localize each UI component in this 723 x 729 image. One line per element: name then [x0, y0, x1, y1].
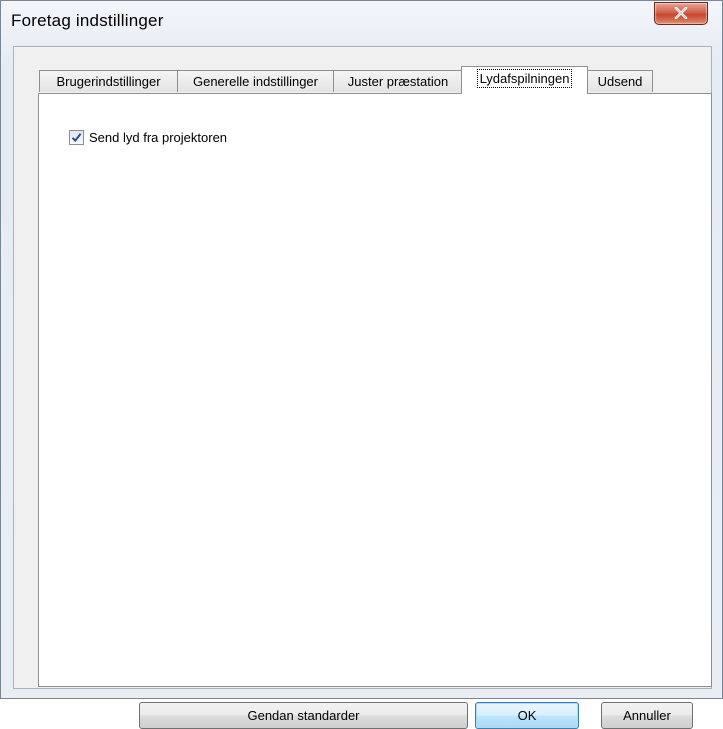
tab-generelle-indstillinger[interactable]: Generelle indstillinger	[177, 70, 334, 92]
tab-label: Brugerindstillinger	[56, 74, 161, 89]
tab-panel-lydafspilningen: Send lyd fra projektoren	[38, 93, 712, 687]
tab-brugerindstillinger[interactable]: Brugerindstillinger	[39, 70, 178, 92]
tab-label: Udsend	[597, 74, 643, 89]
tab-juster-praestation[interactable]: Juster præstation	[333, 70, 463, 92]
dialog-client-area: Brugerindstillinger Generelle indstillin…	[13, 46, 712, 729]
tab-udsend[interactable]: Udsend	[587, 70, 653, 92]
tab-label: Juster præstation	[347, 74, 449, 89]
title-bar[interactable]: Foretag indstillinger	[1, 1, 722, 45]
tab-label: Lydafspilningen	[476, 69, 573, 88]
window-title: Foretag indstillinger	[11, 11, 164, 30]
dialog-window: Foretag indstillinger Brugerindstillinge…	[0, 0, 723, 729]
checkmark-icon	[71, 133, 82, 143]
close-icon	[674, 7, 688, 19]
cancel-button[interactable]: Annuller	[601, 702, 693, 729]
send-audio-checkbox-label: Send lyd fra projektoren	[89, 130, 228, 145]
tab-label: Generelle indstillinger	[192, 74, 318, 89]
restore-defaults-button[interactable]: Gendan standarder	[139, 702, 468, 729]
close-button[interactable]	[654, 2, 708, 25]
ok-button[interactable]: OK	[475, 702, 579, 729]
tab-lydafspilningen[interactable]: Lydafspilningen	[461, 66, 588, 94]
send-audio-checkbox[interactable]	[69, 130, 84, 145]
